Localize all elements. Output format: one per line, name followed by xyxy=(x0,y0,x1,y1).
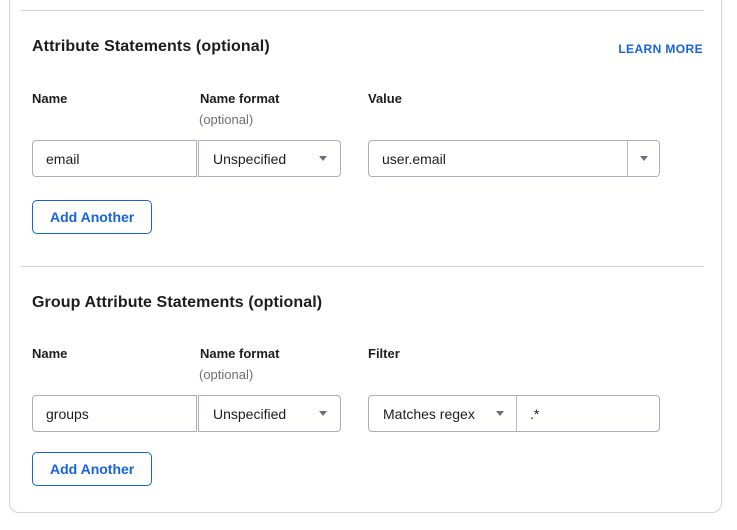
chevron-down-icon xyxy=(319,156,327,161)
attribute-name-input[interactable] xyxy=(32,140,197,177)
column-label-name-format: Name format xyxy=(200,346,280,361)
attribute-value-input[interactable] xyxy=(369,141,627,176)
column-label-name: Name xyxy=(32,91,68,106)
attribute-name-format-select[interactable]: Unspecified xyxy=(198,140,341,177)
section-divider xyxy=(21,266,704,267)
column-label-filter: Filter xyxy=(368,346,400,361)
add-another-attribute-button[interactable]: Add Another xyxy=(32,200,153,234)
attribute-name-format-value: Unspecified xyxy=(213,150,287,167)
group-name-format-value: Unspecified xyxy=(213,405,287,422)
chevron-down-icon xyxy=(496,411,504,416)
add-another-group-attribute-button[interactable]: Add Another xyxy=(32,452,153,486)
attribute-statements-title: Attribute Statements (optional) xyxy=(32,38,270,55)
group-filter-type-select[interactable]: Matches regex xyxy=(369,396,516,431)
column-label-name-format: Name format xyxy=(200,91,280,106)
group-filter-combo: Matches regex xyxy=(368,395,660,432)
attribute-value-expand-button[interactable] xyxy=(628,141,659,176)
attribute-value-combo xyxy=(368,140,660,177)
learn-more-link[interactable]: LEARN MORE xyxy=(618,42,703,56)
chevron-down-icon xyxy=(319,411,327,416)
column-label-name: Name xyxy=(32,346,68,361)
group-attribute-statements-title: Group Attribute Statements (optional) xyxy=(32,294,323,311)
group-filter-type-value: Matches regex xyxy=(383,405,475,422)
chevron-down-icon xyxy=(639,156,648,161)
group-name-format-select[interactable]: Unspecified xyxy=(198,395,341,432)
group-filter-value-input[interactable] xyxy=(517,396,659,431)
top-divider xyxy=(21,10,704,11)
group-attribute-name-input[interactable] xyxy=(32,395,197,432)
settings-card xyxy=(9,0,722,513)
name-format-optional-note: (optional) xyxy=(199,367,254,382)
column-label-value: Value xyxy=(368,91,402,106)
name-format-optional-note: (optional) xyxy=(199,112,254,127)
